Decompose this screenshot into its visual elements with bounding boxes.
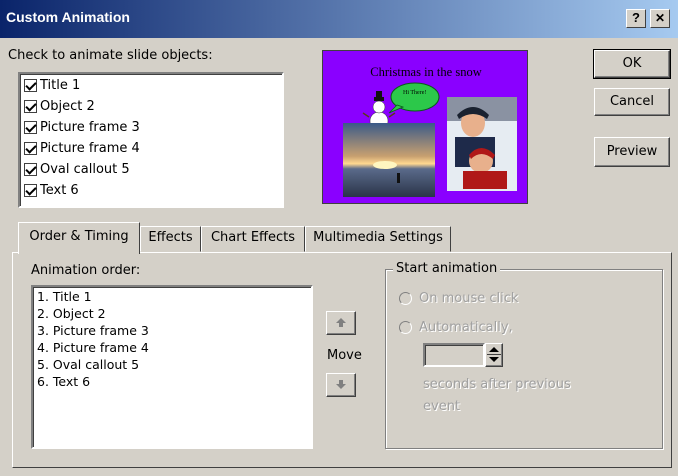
tab-multimedia-settings[interactable]: Multimedia Settings (305, 226, 451, 252)
checkbox[interactable] (24, 141, 37, 155)
order-timing-panel: Animation order: 1. Title 1 2. Object 2 … (12, 252, 672, 468)
checklist-item[interactable]: Title 1 (24, 75, 80, 95)
checkbox[interactable] (24, 78, 37, 92)
picture-frame-4 (447, 97, 517, 191)
list-item[interactable]: 5. Oval callout 5 (37, 357, 139, 372)
checkbox[interactable] (24, 162, 37, 176)
arrow-up-icon-stem (339, 323, 343, 327)
list-item[interactable]: 4. Picture frame 4 (37, 340, 149, 355)
help-button[interactable]: ? (626, 9, 646, 28)
start-animation-label: Start animation (393, 261, 501, 276)
checklist-item-label: Picture frame 3 (40, 119, 140, 135)
move-down-button[interactable] (326, 373, 356, 397)
animation-order-list[interactable]: 1. Title 1 2. Object 2 3. Picture frame … (31, 285, 313, 449)
slide-title: Christmas in the snow (370, 65, 482, 79)
slide-preview: Christmas in the snow Hi There! (322, 50, 528, 204)
tab-effects[interactable]: Effects (140, 226, 201, 252)
list-item[interactable]: 3. Picture frame 3 (37, 323, 149, 338)
checkbox[interactable] (24, 120, 37, 134)
checklist-item-label: Text 6 (40, 182, 79, 198)
spinner-divider (487, 354, 501, 355)
objects-checklist: Title 1 Object 2 Picture frame 3 Picture… (18, 72, 284, 208)
checkbox[interactable] (24, 99, 37, 113)
spinner-down-icon (489, 357, 499, 362)
list-item[interactable]: 6. Text 6 (37, 374, 90, 389)
window-title: Custom Animation (6, 9, 130, 25)
checklist-item-label: Object 2 (40, 98, 95, 114)
list-item[interactable]: 1. Title 1 (37, 289, 92, 304)
picture-frame-3 (343, 123, 435, 197)
seconds-after-label: seconds after previous (423, 377, 571, 392)
tab-order-timing[interactable]: Order & Timing (18, 222, 140, 254)
animation-order-label: Animation order: (31, 263, 141, 278)
on-mouse-click-radio[interactable] (399, 292, 412, 305)
oval-callout (388, 82, 440, 114)
objects-label: Check to animate slide objects: (8, 48, 213, 63)
automatically-radio[interactable] (399, 321, 412, 334)
event-label: event (423, 399, 461, 414)
checklist-item-label: Oval callout 5 (40, 161, 130, 177)
arrow-down-icon (336, 384, 346, 389)
ok-button[interactable]: OK (593, 49, 671, 79)
checklist-item[interactable]: Object 2 (24, 96, 95, 116)
checklist-item[interactable]: Text 6 (24, 180, 79, 200)
seconds-field[interactable] (423, 343, 485, 367)
cancel-button[interactable]: Cancel (594, 88, 670, 116)
callout-text: Hi There! (403, 90, 427, 96)
checklist-item-label: Picture frame 4 (40, 140, 140, 156)
list-item[interactable]: 2. Object 2 (37, 306, 106, 321)
tab-chart-effects[interactable]: Chart Effects (201, 226, 305, 252)
spinner-up-icon (489, 347, 499, 352)
seconds-spinner[interactable] (485, 343, 503, 367)
preview-button[interactable]: Preview (594, 137, 670, 167)
move-label: Move (327, 348, 362, 363)
checklist-item[interactable]: Picture frame 3 (24, 117, 140, 137)
checklist-item[interactable]: Oval callout 5 (24, 159, 130, 179)
on-mouse-click-label: On mouse click (419, 291, 519, 306)
title-bar: Custom Animation ? ✕ (0, 0, 678, 38)
move-up-button[interactable] (326, 311, 356, 335)
checklist-item[interactable]: Picture frame 4 (24, 138, 140, 158)
close-button[interactable]: ✕ (650, 9, 670, 28)
automatically-label: Automatically, (419, 320, 513, 335)
checklist-item-label: Title 1 (40, 77, 81, 93)
checkbox[interactable] (24, 183, 37, 197)
